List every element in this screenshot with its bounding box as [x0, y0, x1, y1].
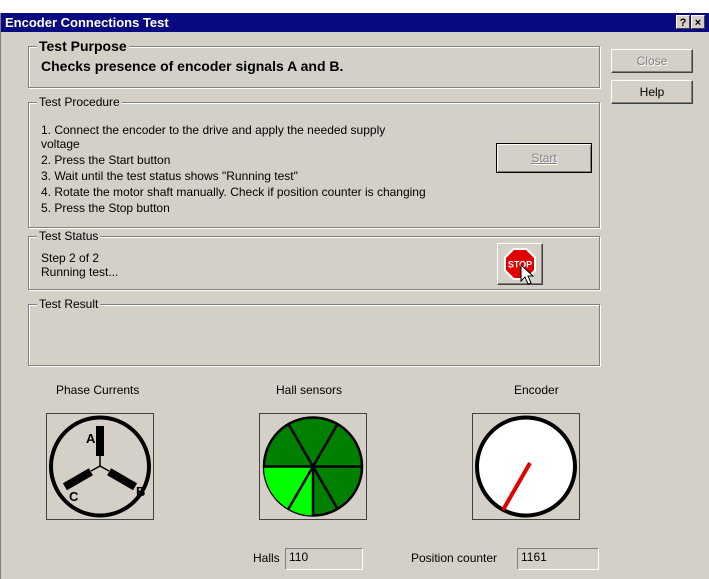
test-purpose-text: Checks presence of encoder signals A and… — [41, 58, 344, 74]
hall-sensors-label: Hall sensors — [276, 383, 343, 397]
close-button[interactable]: Close — [611, 49, 693, 73]
phase-a-bar — [96, 426, 104, 456]
test-purpose-group: Test Purpose Checks presence of encoder … — [28, 37, 600, 88]
test-purpose-legend: Test Purpose — [37, 37, 129, 55]
procedure-step-line: 2. Press the Start button — [41, 153, 171, 167]
window-title: Encoder Connections Test — [5, 15, 169, 30]
procedure-step-line: 3. Wait until the test status shows "Run… — [41, 169, 298, 183]
help-question-icon[interactable]: ? — [676, 15, 690, 29]
procedure-step-line: voltage — [41, 137, 80, 151]
position-counter-field: 1161 — [517, 548, 599, 570]
encoder-test-dialog: Encoder Connections Test ? × Test Purpos… — [0, 13, 709, 579]
phase-b-bar — [107, 468, 138, 491]
test-result-group: Test Result — [28, 297, 600, 366]
phase-a-label: A — [86, 431, 96, 446]
mouse-cursor-icon — [520, 264, 535, 285]
help-button[interactable]: Help — [611, 80, 693, 104]
halls-field-label: Halls — [253, 551, 280, 565]
phase-c-bar — [62, 468, 93, 491]
procedure-step-line: 4. Rotate the motor shaft manually. Chec… — [41, 185, 426, 199]
position-counter-label: Position counter — [411, 551, 498, 565]
procedure-step-line: 1. Connect the encoder to the drive and … — [41, 123, 386, 137]
close-x-icon[interactable]: × — [691, 15, 705, 29]
phase-c-label: C — [69, 489, 79, 504]
encoder-label: Encoder — [514, 383, 559, 397]
start-button[interactable]: Start — [496, 143, 592, 173]
phase-currents-indicator: A B C — [46, 413, 154, 520]
stop-button[interactable]: STOP — [497, 243, 543, 285]
test-procedure-group: Test Procedure 1. Connect the encoder to… — [28, 95, 600, 228]
phase-b-label: B — [136, 484, 145, 499]
test-procedure-legend: Test Procedure — [37, 95, 122, 109]
procedure-step-line: 5. Press the Stop button — [41, 201, 170, 215]
halls-value-field: 110 — [285, 548, 363, 570]
status-running-text: Running test... — [41, 265, 119, 279]
hall-sensors-indicator — [259, 413, 367, 520]
phase-currents-label: Phase Currents — [56, 383, 140, 397]
test-status-legend: Test Status — [37, 229, 101, 243]
status-step-text: Step 2 of 2 — [41, 251, 100, 265]
title-bar: Encoder Connections Test ? × — [1, 13, 709, 32]
encoder-indicator — [472, 413, 580, 520]
test-status-group: Test Status Step 2 of 2 Running test... … — [28, 229, 600, 290]
test-result-legend: Test Result — [37, 297, 101, 311]
